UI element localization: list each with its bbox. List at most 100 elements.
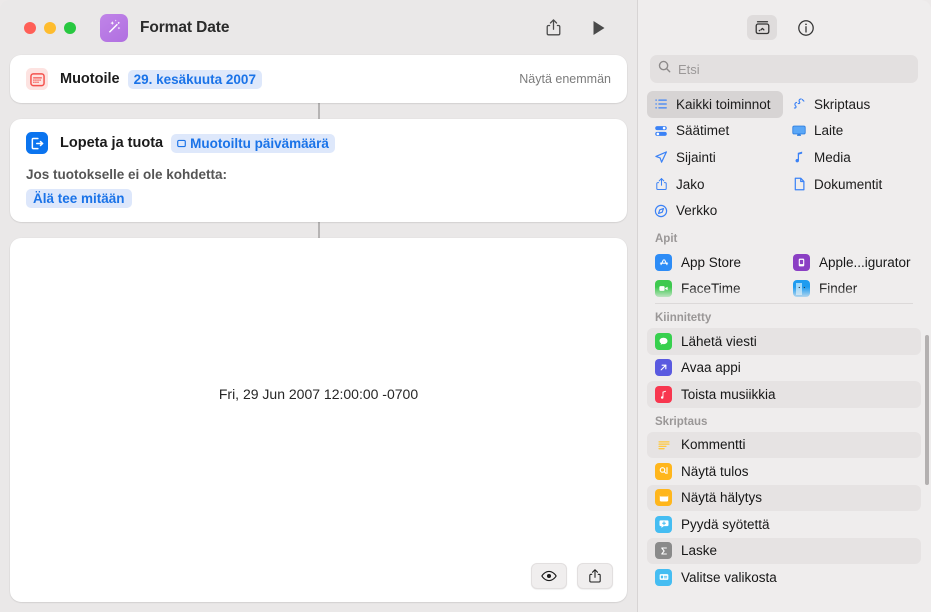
list-item-label: Laske — [681, 543, 718, 559]
search-container — [637, 55, 931, 91]
ask-input-icon — [655, 515, 672, 533]
category-saatimet[interactable]: Säätimet — [647, 118, 783, 145]
list-item-valitse-valikosta[interactable]: Valitse valikosta — [647, 564, 921, 591]
category-label: Verkko — [676, 203, 718, 219]
category-kaikki-toiminnot[interactable]: Kaikki toiminnot — [647, 91, 783, 118]
info-tab[interactable] — [791, 15, 821, 40]
display-icon — [791, 124, 807, 138]
category-verkko[interactable]: Verkko — [647, 197, 783, 224]
list-item-toista-musiikkia[interactable]: Toista musiikkia — [647, 381, 921, 408]
list-item-label: Finder — [819, 281, 858, 297]
list-item-nayta-halytys[interactable]: Näytä hälytys — [647, 484, 921, 511]
workflow-canvas: Muotoile 29. kesäkuuta 2007 Näytä enemmä… — [0, 55, 637, 612]
category-laite[interactable]: Laite — [785, 118, 921, 145]
comment-lines-icon — [655, 436, 672, 453]
action-library-tab[interactable] — [747, 15, 777, 40]
category-grid: Kaikki toiminnot Skriptaus Säätimet Lait… — [647, 91, 921, 224]
category-label: Jako — [676, 176, 705, 192]
action-connector-bottom — [317, 222, 320, 238]
list-item-avaa-appi[interactable]: Avaa appi — [647, 355, 921, 382]
controls-icon — [653, 124, 669, 138]
category-skriptaus[interactable]: Skriptaus — [785, 91, 921, 118]
list-item-pyyda-syotetta[interactable]: Pyydä syötettä — [647, 511, 921, 538]
window-controls[interactable] — [24, 21, 76, 34]
result-toolbar — [10, 550, 627, 602]
action-library-sidebar: Kaikki toiminnot Skriptaus — [637, 0, 931, 612]
share-icon[interactable] — [577, 563, 613, 589]
list-item-label: Pyydä syötettä — [681, 516, 770, 532]
music-icon — [655, 385, 672, 403]
list-item-nayta-tulos[interactable]: Näytä tulos — [647, 458, 921, 485]
app-store-icon — [655, 253, 672, 271]
category-sijainti[interactable]: Sijainti — [647, 144, 783, 171]
list-item-laheta-viesti[interactable]: Lähetä viesti — [647, 328, 921, 355]
category-label: Laite — [814, 123, 844, 139]
location-arrow-icon — [653, 150, 669, 164]
safari-compass-icon — [653, 204, 669, 218]
music-note-icon — [791, 150, 807, 164]
maximize-window-button[interactable] — [64, 21, 76, 34]
window-title: Format Date — [140, 18, 230, 36]
list-item-label: Apple...igurator — [819, 254, 911, 270]
library-tab-bar — [637, 0, 931, 55]
category-dokumentit[interactable]: Dokumentit — [785, 171, 921, 198]
apps-section: App Store Apple...igurator FaceTime Find… — [647, 249, 921, 301]
library-scrollbar[interactable] — [925, 335, 929, 485]
output-variable-label: Muotoiltu päivämäärä — [190, 135, 329, 151]
list-item-label: Näytä tulos — [681, 463, 749, 479]
action-connector — [317, 103, 320, 119]
variable-chip-icon — [177, 136, 186, 151]
list-item-label: Avaa appi — [681, 360, 741, 376]
action-title: Muotoile — [60, 71, 120, 87]
no-output-destination-label: Jos tuotokselle ei ole kohdetta: — [26, 167, 228, 182]
title-bar-actions — [543, 17, 619, 39]
action-card-format-date[interactable]: Muotoile 29. kesäkuuta 2007 Näytä enemmä… — [10, 55, 627, 103]
list-icon — [653, 97, 669, 111]
shortcut-editor-pane: Format Date Muotoile 29. kesäkuuta 2007 … — [0, 0, 637, 612]
facetime-icon — [655, 280, 672, 298]
share-icon[interactable] — [543, 17, 563, 39]
category-label: Skriptaus — [814, 96, 871, 112]
document-icon — [791, 177, 807, 191]
show-more-button[interactable]: Näytä enemmän — [519, 72, 611, 86]
share-icon — [653, 177, 669, 191]
list-item-label: Näytä hälytys — [681, 490, 763, 506]
apple-configurator-icon — [793, 253, 810, 271]
no-output-action-chip[interactable]: Älä tee mitään — [26, 189, 132, 208]
list-item-label: FaceTime — [681, 281, 741, 297]
title-bar: Format Date — [0, 0, 637, 55]
list-item-app-store[interactable]: App Store — [647, 249, 783, 276]
result-text: Fri, 29 Jun 2007 12:00:00 -0700 — [218, 386, 419, 402]
list-item-finder[interactable]: Finder — [785, 276, 921, 302]
search-input[interactable] — [678, 61, 910, 77]
shortcuts-window: Format Date Muotoile 29. kesäkuuta 2007 … — [0, 0, 931, 612]
calendar-icon — [26, 68, 48, 90]
list-item-label: Lähetä viesti — [681, 333, 757, 349]
result-preview-panel: Fri, 29 Jun 2007 12:00:00 -0700 — [10, 238, 627, 602]
action-title: Lopeta ja tuota — [60, 135, 164, 151]
search-field[interactable] — [650, 55, 918, 83]
library-scroll-area[interactable]: Apit App Store Apple...igurator FaceTime… — [637, 225, 931, 612]
category-jako[interactable]: Jako — [647, 171, 783, 198]
action-card-stop-and-output[interactable]: Lopeta ja tuota Muotoiltu päivämäärä Jos… — [10, 119, 627, 222]
category-media[interactable]: Media — [785, 144, 921, 171]
choose-from-menu-icon — [655, 568, 672, 586]
play-icon[interactable] — [589, 17, 609, 39]
finder-icon — [793, 280, 810, 298]
list-item-apple-configurator[interactable]: Apple...igurator — [785, 249, 921, 276]
scripting-icon — [791, 97, 807, 111]
list-item-label: Toista musiikkia — [681, 386, 776, 402]
list-item-label: App Store — [681, 254, 742, 270]
category-label: Dokumentit — [814, 176, 883, 192]
section-header-kiinnitetty: Kiinnitetty — [655, 312, 712, 324]
output-variable-token[interactable]: Muotoiltu päivämäärä — [171, 133, 335, 153]
list-item-label: Kommentti — [681, 437, 746, 453]
list-item-kommentti[interactable]: Kommentti — [647, 431, 921, 458]
list-item-facetime[interactable]: FaceTime — [647, 276, 783, 302]
date-parameter-token[interactable]: 29. kesäkuuta 2007 — [127, 69, 262, 89]
close-window-button[interactable] — [24, 21, 36, 34]
eye-icon[interactable] — [531, 563, 567, 589]
category-label: Säätimet — [676, 123, 730, 139]
list-item-laske[interactable]: Laske — [647, 537, 921, 564]
minimize-window-button[interactable] — [44, 21, 56, 34]
